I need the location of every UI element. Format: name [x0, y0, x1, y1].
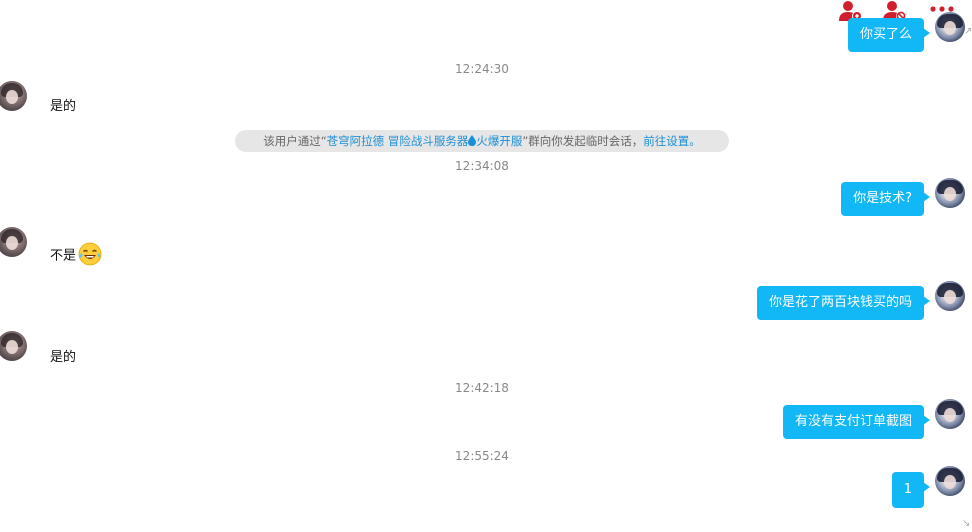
timestamp: 12:34:08 — [455, 159, 509, 173]
message-text: 不是 — [50, 248, 77, 264]
notice-text: 该用户通过“ — [263, 134, 327, 148]
notice-text: ”群向你发起临时会话， — [522, 134, 644, 148]
outgoing-message[interactable]: 你是技术? — [841, 182, 930, 216]
timestamp: 12:42:18 — [455, 381, 509, 395]
avatar[interactable] — [0, 227, 27, 257]
avatar[interactable] — [935, 399, 965, 429]
avatar[interactable] — [0, 331, 27, 361]
outgoing-message[interactable]: 有没有支付订单截图 — [782, 405, 931, 439]
avatar[interactable] — [935, 281, 965, 311]
timestamp: 12:55:24 — [455, 449, 509, 463]
system-notice: 该用户通过“苍穹阿拉德 冒险战斗服务器 火爆开服”群向你发起临时会话，前往设置。 — [235, 130, 729, 152]
timestamp: 12:24:30 — [455, 62, 509, 76]
message-text: 你买了么 — [859, 27, 912, 42]
avatar[interactable] — [0, 81, 27, 111]
outgoing-message[interactable]: 你是花了两百块钱买的吗 — [756, 286, 931, 320]
outgoing-message[interactable]: 1 — [891, 472, 931, 508]
resize-grip-icon[interactable]: ↘ — [962, 518, 970, 529]
message-text: 你是技术? — [853, 191, 912, 206]
message-text: 1 — [903, 482, 912, 497]
avatar[interactable] — [935, 178, 965, 208]
incoming-message[interactable]: 不是 — [50, 242, 102, 268]
go-to-settings-link[interactable]: 前往设置。 — [643, 134, 701, 148]
avatar[interactable] — [935, 12, 965, 42]
message-text: 你是花了两百块钱买的吗 — [768, 295, 912, 310]
incoming-message[interactable]: 是的 — [50, 346, 76, 365]
group-name-link[interactable]: 苍穹阿拉德 冒险战斗服务器 — [327, 134, 469, 148]
incoming-message[interactable]: 是的 — [50, 95, 76, 114]
outgoing-message[interactable]: 你买了么 — [847, 18, 931, 52]
group-name-suffix[interactable]: 火爆开服 — [476, 134, 522, 148]
avatar[interactable] — [935, 466, 965, 496]
message-text: 有没有支付订单截图 — [794, 414, 912, 429]
scroll-arrow-icon: ↗ — [964, 26, 972, 37]
tears-of-joy-emoji-icon — [78, 242, 102, 266]
